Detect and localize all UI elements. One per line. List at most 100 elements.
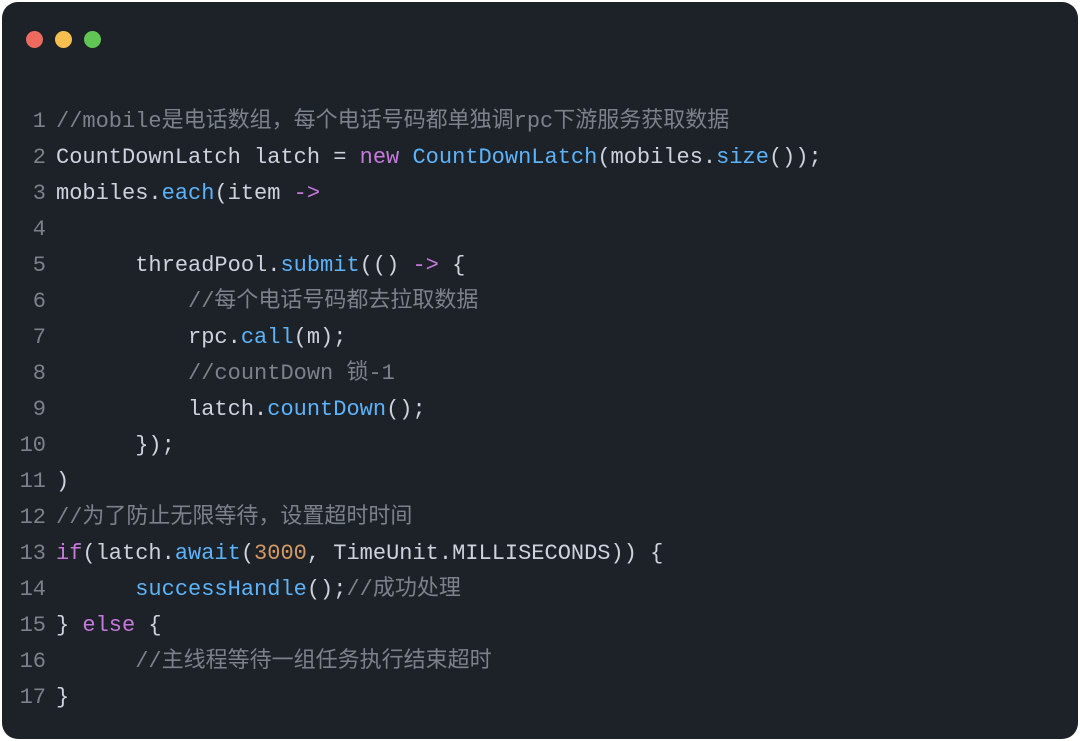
code-line: 17 } xyxy=(2,680,1078,716)
token: (); xyxy=(307,577,347,602)
line-number: 9 xyxy=(2,392,56,428)
indent xyxy=(56,433,135,458)
code-line: 5 threadPool.submit(() -> { xyxy=(2,248,1078,284)
indent xyxy=(56,289,188,314)
code-content: //主线程等待一组任务执行结束超时 xyxy=(56,644,1078,680)
code-content: CountDownLatch latch = new CountDownLatc… xyxy=(56,140,1078,176)
code-line: 11 ) xyxy=(2,464,1078,500)
code-content: //mobile是电话数组，每个电话号码都单独调rpc下游服务获取数据 xyxy=(56,104,1078,140)
keyword-if: if xyxy=(56,541,82,566)
code-line: 7 rpc.call(m); xyxy=(2,320,1078,356)
indent xyxy=(56,253,135,278)
keyword-new: new xyxy=(346,145,399,170)
comment-text: //countDown 锁-1 xyxy=(188,361,395,386)
line-number: 6 xyxy=(2,284,56,320)
indent xyxy=(56,325,188,350)
token: (() xyxy=(360,253,413,278)
code-line: 8 //countDown 锁-1 xyxy=(2,356,1078,392)
code-content: rpc.call(m); xyxy=(56,320,1078,356)
line-number: 11 xyxy=(2,464,56,500)
line-number: 17 xyxy=(2,680,56,716)
arrow-operator: -> xyxy=(294,181,320,206)
line-number: 4 xyxy=(2,212,56,248)
line-number: 1 xyxy=(2,104,56,140)
token: mobiles. xyxy=(56,181,162,206)
token: (m); xyxy=(294,325,347,350)
comment-text: //每个电话号码都去拉取数据 xyxy=(188,289,478,314)
code-line: 16 //主线程等待一组任务执行结束超时 xyxy=(2,644,1078,680)
token: }); xyxy=(135,433,175,458)
constructor-name: CountDownLatch xyxy=(399,145,597,170)
line-number: 2 xyxy=(2,140,56,176)
line-number: 15 xyxy=(2,608,56,644)
line-number: 12 xyxy=(2,500,56,536)
number-literal: 3000 xyxy=(254,541,307,566)
code-line: 2 CountDownLatch latch = new CountDownLa… xyxy=(2,140,1078,176)
method-name: countDown xyxy=(267,397,386,422)
token: } xyxy=(56,613,82,638)
code-content: } else { xyxy=(56,608,1078,644)
code-line: 4 xyxy=(2,212,1078,248)
minimize-icon[interactable] xyxy=(55,31,72,48)
method-name: call xyxy=(241,325,294,350)
line-number: 3 xyxy=(2,176,56,212)
indent xyxy=(56,649,135,674)
token: ) xyxy=(56,469,69,494)
token: , TimeUnit.MILLISECONDS)) { xyxy=(307,541,663,566)
indent xyxy=(56,361,188,386)
line-number: 13 xyxy=(2,536,56,572)
code-line: 13 if(latch.await(3000, TimeUnit.MILLISE… xyxy=(2,536,1078,572)
code-content: } xyxy=(56,680,1078,716)
line-number: 8 xyxy=(2,356,56,392)
code-line: 12 //为了防止无限等待，设置超时时间 xyxy=(2,500,1078,536)
comment-text: //主线程等待一组任务执行结束超时 xyxy=(135,649,491,674)
code-line: 9 latch.countDown(); xyxy=(2,392,1078,428)
window-titlebar xyxy=(2,2,1078,58)
comment-text: //mobile是电话数组，每个电话号码都单独调rpc下游服务获取数据 xyxy=(56,109,729,134)
line-number: 16 xyxy=(2,644,56,680)
code-editor[interactable]: 1 //mobile是电话数组，每个电话号码都单独调rpc下游服务获取数据 2 … xyxy=(2,58,1078,716)
line-number: 5 xyxy=(2,248,56,284)
token: (mobiles. xyxy=(597,145,716,170)
code-content: successHandle();//成功处理 xyxy=(56,572,1078,608)
line-number: 14 xyxy=(2,572,56,608)
token: } xyxy=(56,685,69,710)
line-number: 7 xyxy=(2,320,56,356)
token: ( xyxy=(241,541,254,566)
token: latch. xyxy=(188,397,267,422)
line-number: 10 xyxy=(2,428,56,464)
token: = xyxy=(333,145,346,170)
arrow-operator: -> xyxy=(412,253,438,278)
token: { xyxy=(439,253,465,278)
code-content: ) xyxy=(56,464,1078,500)
code-content: mobiles.each(item -> xyxy=(56,176,1078,212)
zoom-icon[interactable] xyxy=(84,31,101,48)
code-content: //为了防止无限等待，设置超时时间 xyxy=(56,500,1078,536)
token: (item xyxy=(214,181,293,206)
code-content: threadPool.submit(() -> { xyxy=(56,248,1078,284)
close-icon[interactable] xyxy=(26,31,43,48)
code-line: 3 mobiles.each(item -> xyxy=(2,176,1078,212)
comment-text: //为了防止无限等待，设置超时时间 xyxy=(56,505,412,530)
code-content: //每个电话号码都去拉取数据 xyxy=(56,284,1078,320)
token: ()); xyxy=(769,145,822,170)
code-content: latch.countDown(); xyxy=(56,392,1078,428)
token: (latch. xyxy=(82,541,174,566)
code-line: 1 //mobile是电话数组，每个电话号码都单独调rpc下游服务获取数据 xyxy=(2,104,1078,140)
keyword-else: else xyxy=(82,613,135,638)
code-content: //countDown 锁-1 xyxy=(56,356,1078,392)
token: threadPool. xyxy=(135,253,280,278)
function-name: successHandle xyxy=(135,577,307,602)
code-content: if(latch.await(3000, TimeUnit.MILLISECON… xyxy=(56,536,1078,572)
token: (); xyxy=(386,397,426,422)
code-line: 6 //每个电话号码都去拉取数据 xyxy=(2,284,1078,320)
token: { xyxy=(135,613,161,638)
token: rpc. xyxy=(188,325,241,350)
code-window: 1 //mobile是电话数组，每个电话号码都单独调rpc下游服务获取数据 2 … xyxy=(2,2,1078,739)
method-name: each xyxy=(162,181,215,206)
token: CountDownLatch latch xyxy=(56,145,333,170)
code-content: }); xyxy=(56,428,1078,464)
code-line: 15 } else { xyxy=(2,608,1078,644)
method-name: size xyxy=(716,145,769,170)
code-line: 10 }); xyxy=(2,428,1078,464)
